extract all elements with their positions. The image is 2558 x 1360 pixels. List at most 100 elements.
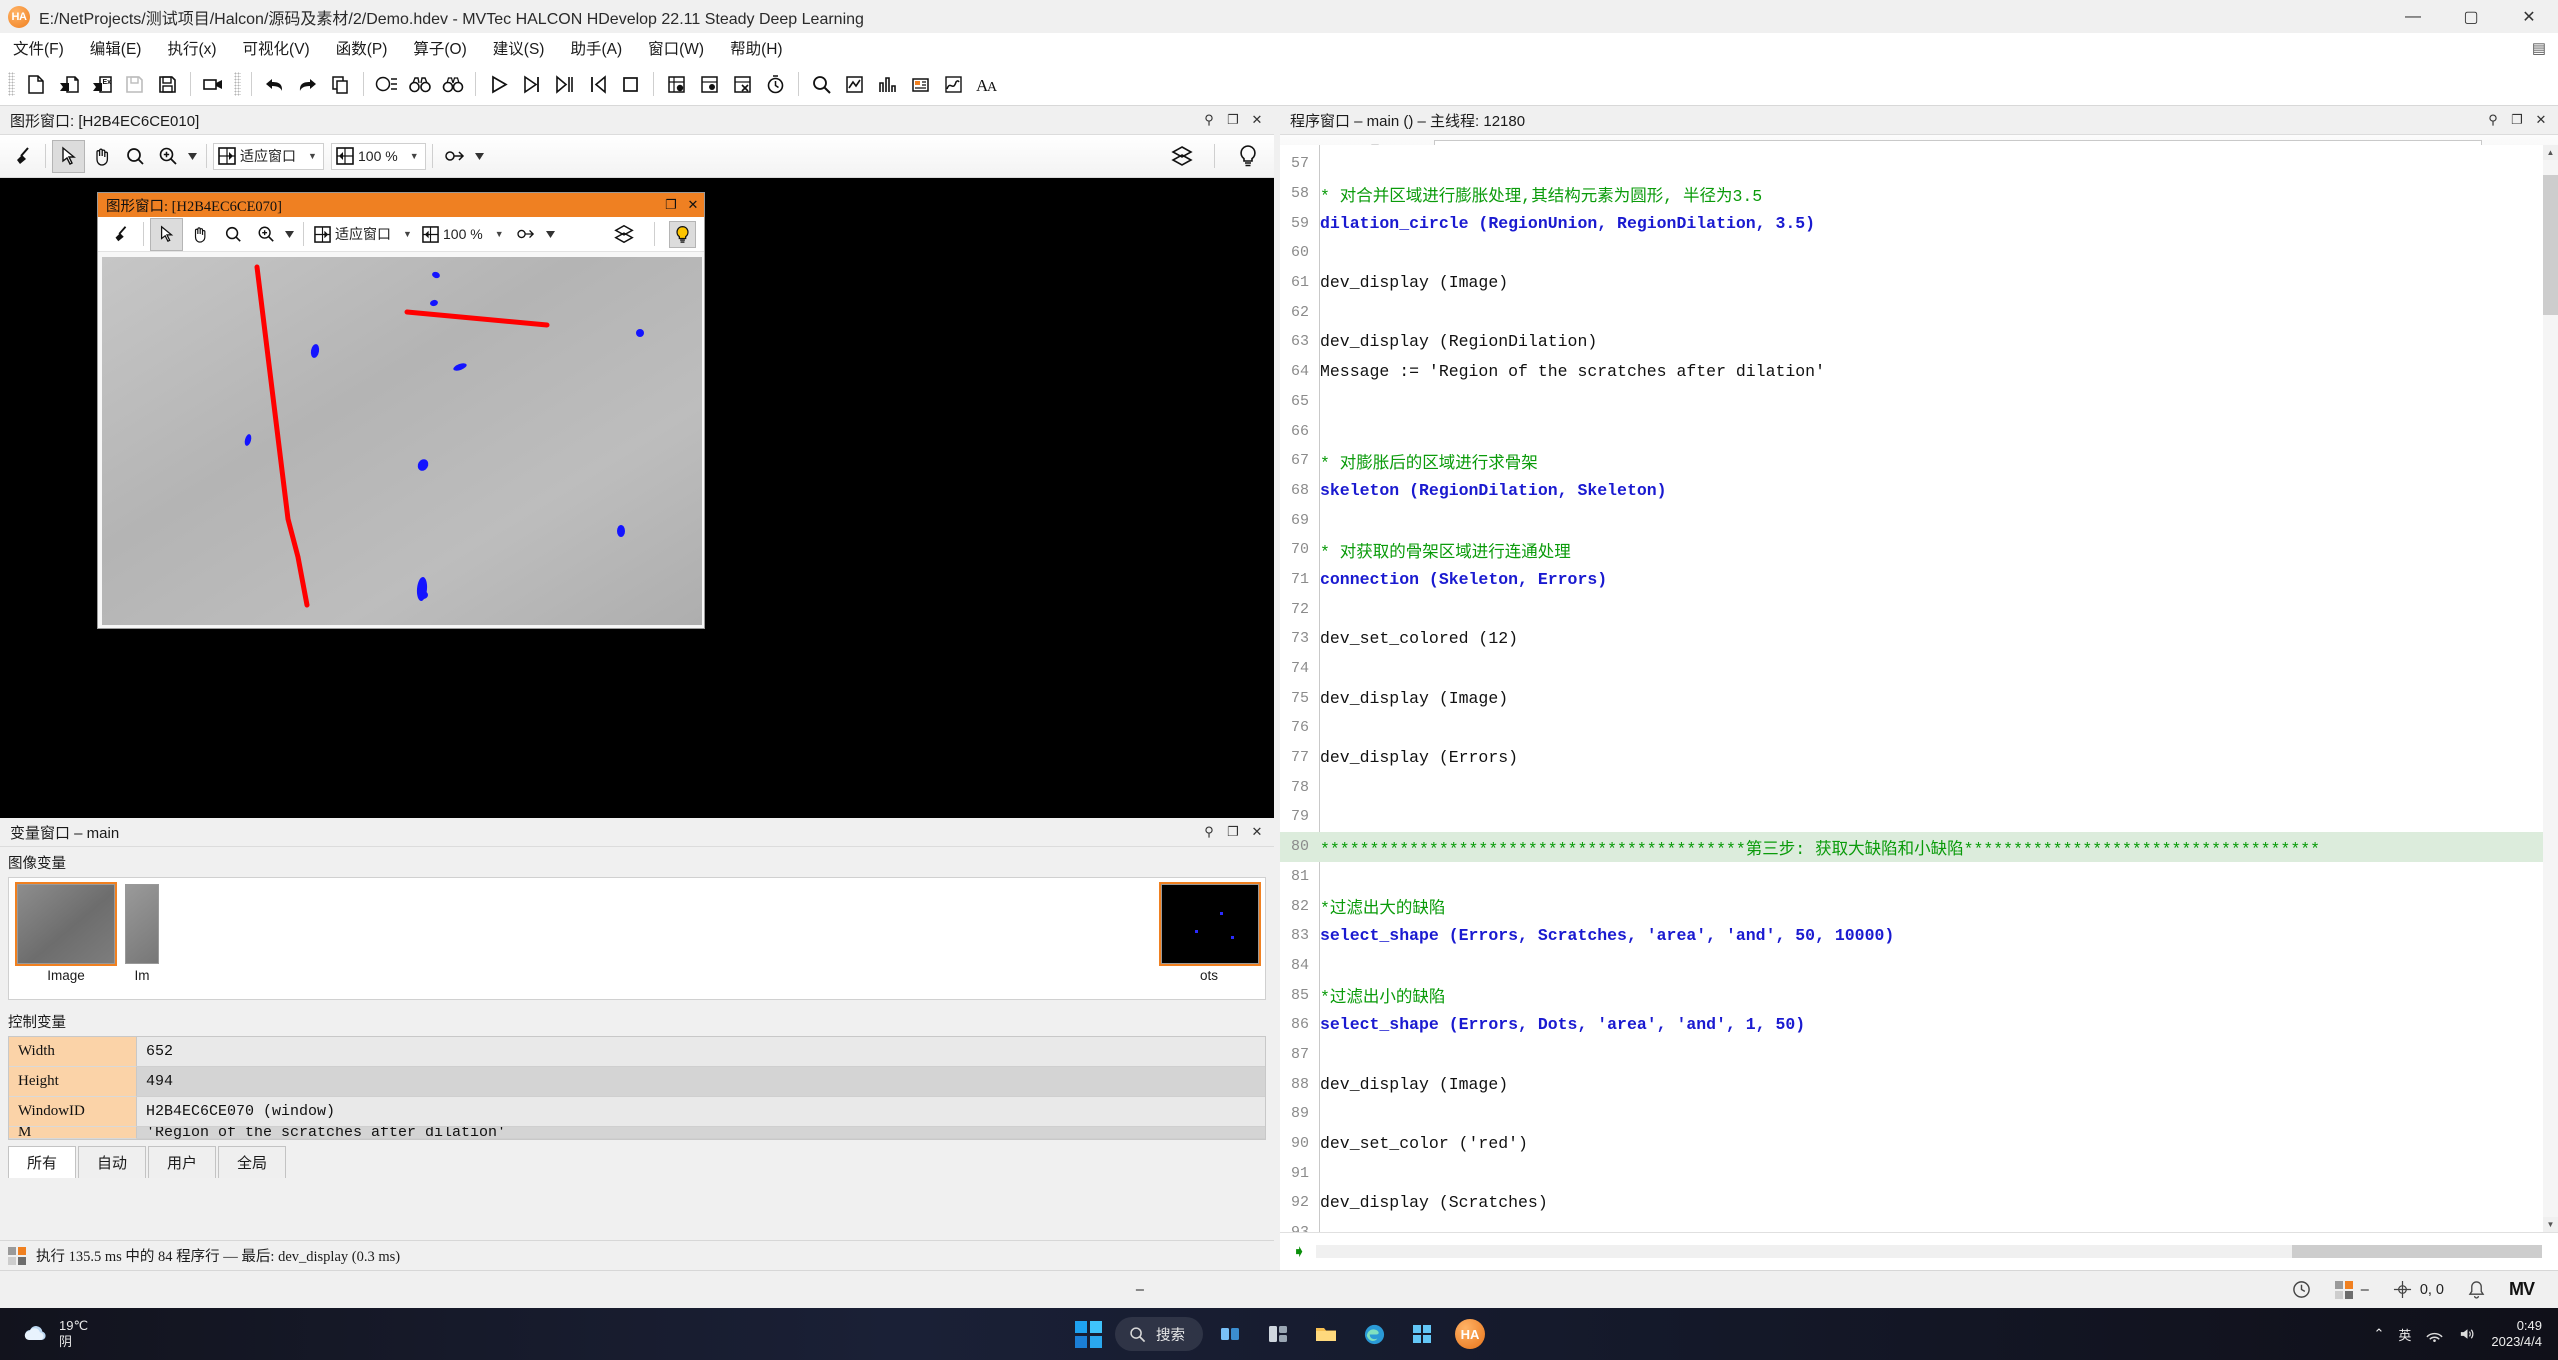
- code-line[interactable]: 58* 对合并区域进行膨胀处理,其结构元素为圆形, 半径为3.5: [1280, 179, 2558, 209]
- code-line[interactable]: 84: [1280, 951, 2558, 981]
- code-line[interactable]: 70* 对获取的骨架区域进行连通处理: [1280, 535, 2558, 565]
- code-line[interactable]: 72: [1280, 594, 2558, 624]
- float-magnifier-icon[interactable]: [216, 218, 249, 251]
- float-zoom-chevron-down-icon[interactable]: ▼: [491, 229, 508, 239]
- start-button-icon[interactable]: [1067, 1313, 1109, 1355]
- timer-icon[interactable]: [759, 68, 792, 101]
- variable-float-icon[interactable]: ❐: [1222, 821, 1244, 843]
- zoom-search-icon[interactable]: [805, 68, 838, 101]
- image-variable-item[interactable]: Im: [125, 884, 159, 983]
- link-windows-icon[interactable]: [439, 140, 472, 173]
- float-zoom-level-combo[interactable]: 100 % ▼: [418, 221, 510, 248]
- floating-close-icon[interactable]: ✕: [682, 193, 704, 217]
- toolbar-grip[interactable]: [8, 72, 15, 96]
- code-line[interactable]: 86select_shape (Errors, Dots, 'area', 'a…: [1280, 1010, 2558, 1040]
- float-cursor-select-icon[interactable]: [150, 218, 183, 251]
- cursor-select-icon[interactable]: [52, 140, 85, 173]
- insert-breakpoint-icon[interactable]: [660, 68, 693, 101]
- pan-hand-icon[interactable]: [85, 140, 118, 173]
- profile-curve-icon[interactable]: [937, 68, 970, 101]
- feature-inspect-icon[interactable]: [904, 68, 937, 101]
- code-line[interactable]: 81: [1280, 862, 2558, 892]
- zoom-dropdown-arrow-icon[interactable]: [184, 140, 200, 173]
- menu-edit[interactable]: 编辑(E): [77, 34, 155, 62]
- menu-window[interactable]: 窗口(W): [635, 34, 717, 62]
- code-line[interactable]: 63dev_display (RegionDilation): [1280, 327, 2558, 357]
- menu-suggestions[interactable]: 建议(S): [480, 34, 558, 62]
- text-format-icon[interactable]: AA: [970, 68, 1003, 101]
- table-row[interactable]: Height 494: [9, 1067, 1265, 1097]
- code-line[interactable]: 83select_shape (Errors, Scratches, 'area…: [1280, 921, 2558, 951]
- lightbulb-icon[interactable]: [1231, 140, 1264, 173]
- toolbar-grip-2[interactable]: [234, 72, 241, 96]
- menu-help[interactable]: 帮助(H): [717, 34, 796, 62]
- float-clear-broom-icon[interactable]: [104, 218, 137, 251]
- layers-stack-icon[interactable]: [1165, 140, 1198, 173]
- image-variable-item[interactable]: ots: [1161, 884, 1257, 983]
- replace-icon[interactable]: [436, 68, 469, 101]
- code-line[interactable]: 90dev_set_color ('red'): [1280, 1129, 2558, 1159]
- menu-visualization[interactable]: 可视化(V): [230, 34, 323, 62]
- scrollbar-thumb-h[interactable]: [2292, 1245, 2542, 1258]
- save-all-icon[interactable]: [151, 68, 184, 101]
- comment-icon[interactable]: [370, 68, 403, 101]
- graphics-float-icon[interactable]: ❐: [1222, 109, 1244, 131]
- code-vertical-scrollbar[interactable]: ▲ ▼: [2543, 145, 2558, 1232]
- program-close-icon[interactable]: ✕: [2530, 109, 2552, 131]
- thumbnail[interactable]: [125, 884, 159, 964]
- open-program-icon[interactable]: [52, 68, 85, 101]
- widgets-icon[interactable]: [1257, 1313, 1299, 1355]
- copy-icon[interactable]: [324, 68, 357, 101]
- float-fit-chevron-down-icon[interactable]: ▼: [399, 229, 416, 239]
- code-line[interactable]: 67* 对膨胀后的区域进行求骨架: [1280, 446, 2558, 476]
- network-icon[interactable]: [2425, 1326, 2444, 1342]
- image-variables-strip[interactable]: Image Im ots: [8, 877, 1266, 1000]
- float-layers-stack-icon[interactable]: [607, 218, 640, 251]
- code-line[interactable]: 85*过滤出小的缺陷: [1280, 980, 2558, 1010]
- code-line[interactable]: 57: [1280, 149, 2558, 179]
- scroll-down-arrow-icon[interactable]: ▼: [2543, 1217, 2558, 1232]
- code-line[interactable]: 69: [1280, 505, 2558, 535]
- image-display-canvas[interactable]: [102, 257, 702, 625]
- code-line[interactable]: 93: [1280, 1218, 2558, 1232]
- task-view-icon[interactable]: [1209, 1313, 1251, 1355]
- region-inspect-icon[interactable]: [838, 68, 871, 101]
- float-link-dropdown-arrow-icon[interactable]: [543, 218, 558, 251]
- fit-window-combo[interactable]: 适应窗口 ▼: [213, 143, 324, 170]
- code-line[interactable]: 75dev_display (Image): [1280, 683, 2558, 713]
- image-variable-item[interactable]: Image: [17, 884, 115, 983]
- clear-window-broom-icon[interactable]: [6, 140, 39, 173]
- zoom-in-icon[interactable]: [151, 140, 184, 173]
- code-line[interactable]: 62: [1280, 297, 2558, 327]
- code-line[interactable]: 73dev_set_colored (12): [1280, 624, 2558, 654]
- close-button[interactable]: ✕: [2500, 0, 2558, 33]
- variable-pin-icon[interactable]: ⚲: [1198, 821, 1220, 843]
- step-into-icon[interactable]: [548, 68, 581, 101]
- variable-close-icon[interactable]: ✕: [1246, 821, 1268, 843]
- code-horizontal-scrollbar[interactable]: [1316, 1245, 2542, 1258]
- camera-icon[interactable]: [197, 68, 230, 101]
- float-pan-hand-icon[interactable]: [183, 218, 216, 251]
- find-binoculars-icon[interactable]: [403, 68, 436, 101]
- float-link-windows-icon[interactable]: [510, 218, 543, 251]
- maximize-button[interactable]: ▢: [2442, 0, 2500, 33]
- code-line[interactable]: 88dev_display (Image): [1280, 1069, 2558, 1099]
- taskbar-search[interactable]: 搜索: [1115, 1317, 1203, 1351]
- tab-all[interactable]: 所有: [8, 1146, 76, 1178]
- code-line[interactable]: 74: [1280, 654, 2558, 684]
- step-over-icon[interactable]: [515, 68, 548, 101]
- code-line[interactable]: 77dev_display (Errors): [1280, 743, 2558, 773]
- code-line[interactable]: 92dev_display (Scratches): [1280, 1188, 2558, 1218]
- menu-operators[interactable]: 算子(O): [400, 34, 479, 62]
- program-pin-icon[interactable]: ⚲: [2482, 109, 2504, 131]
- step-out-icon[interactable]: [581, 68, 614, 101]
- code-line[interactable]: 82*过滤出大的缺陷: [1280, 891, 2558, 921]
- redo-icon[interactable]: [291, 68, 324, 101]
- menu-right-badge-icon[interactable]: ▤: [2532, 39, 2546, 57]
- stop-icon[interactable]: [614, 68, 647, 101]
- weather-widget[interactable]: 19℃ 阴: [22, 1318, 88, 1351]
- program-float-icon[interactable]: ❐: [2506, 109, 2528, 131]
- floating-restore-icon[interactable]: ❐: [660, 193, 682, 217]
- thumbnail[interactable]: [1161, 884, 1259, 964]
- scroll-up-arrow-icon[interactable]: ▲: [2543, 145, 2558, 160]
